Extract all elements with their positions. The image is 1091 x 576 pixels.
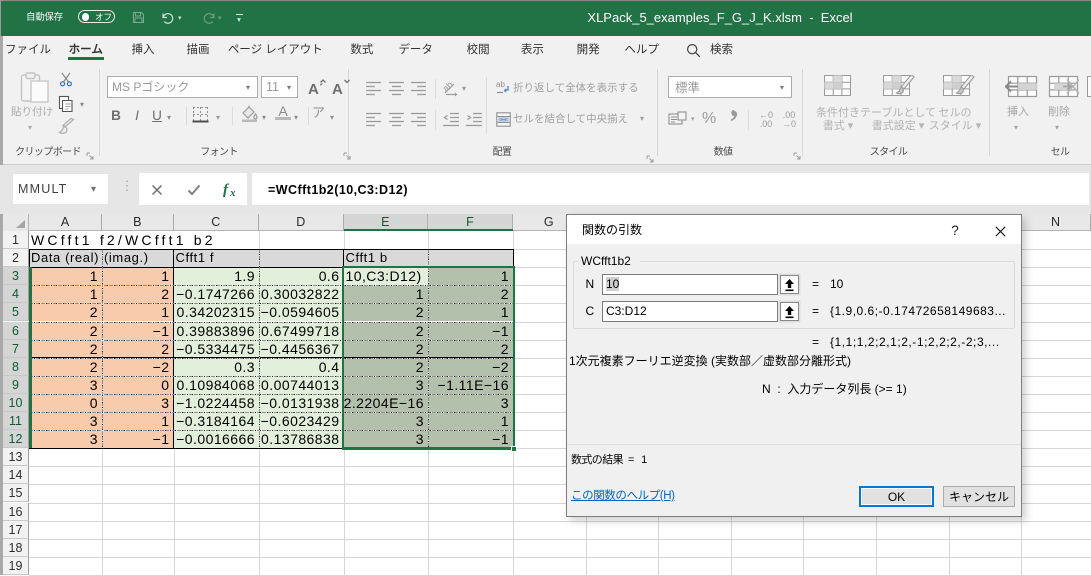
svg-text:ab: ab — [443, 80, 455, 94]
svg-text:A: A — [332, 81, 343, 96]
svg-text:ab: ab — [496, 80, 505, 89]
svg-text:x: x — [229, 187, 236, 198]
svg-text:Aˊ: Aˊ — [308, 81, 324, 96]
svg-text:f: f — [223, 182, 230, 198]
